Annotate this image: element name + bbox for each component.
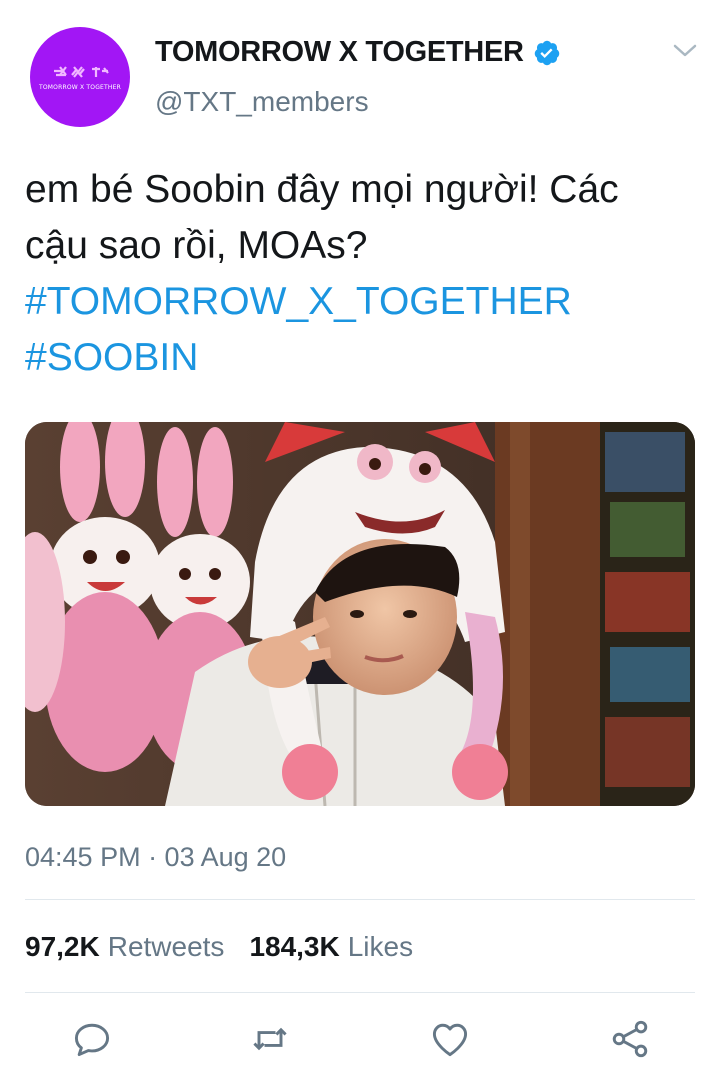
- retweets-stat[interactable]: 97,2K Retweets: [25, 931, 224, 963]
- divider: [25, 992, 695, 993]
- retweets-label: Retweets: [107, 931, 225, 962]
- like-button[interactable]: [428, 1017, 472, 1061]
- divider: [25, 899, 695, 900]
- retweet-icon: [253, 1027, 287, 1051]
- hashtag-link[interactable]: #SOOBIN: [25, 330, 705, 386]
- tweet-text: em bé Soobin đây mọi người! Các cậu sao …: [25, 162, 705, 386]
- tweet-text-line: em bé Soobin đây mọi người! Các: [25, 168, 619, 211]
- share-button[interactable]: [608, 1017, 652, 1061]
- photo-illustration: [25, 422, 695, 806]
- tweet-photo[interactable]: [25, 422, 695, 806]
- avatar[interactable]: TOMORROW X TOGETHER: [30, 27, 130, 127]
- tweet-header: TOMORROW X TOGETHER TOMORROW X TOGETHER …: [0, 0, 720, 130]
- likes-label: Likes: [347, 931, 414, 962]
- name-row: TOMORROW X TOGETHER: [155, 36, 561, 69]
- display-name[interactable]: TOMORROW X TOGETHER: [155, 36, 524, 69]
- retweets-count: 97,2K: [25, 931, 100, 962]
- verified-badge-icon: [533, 39, 561, 67]
- reply-icon: [74, 1023, 110, 1057]
- engagement-stats: 97,2K Retweets 184,3K Likes: [25, 931, 413, 963]
- share-icon: [612, 1020, 648, 1058]
- avatar-label: TOMORROW X TOGETHER: [39, 84, 121, 91]
- hashtag-link[interactable]: #TOMORROW_X_TOGETHER: [25, 274, 705, 330]
- tweet-timestamp[interactable]: 04:45 PM · 03 Aug 20: [25, 842, 286, 873]
- likes-stat[interactable]: 184,3K Likes: [249, 931, 413, 963]
- chevron-down-icon[interactable]: [672, 42, 698, 60]
- tweet-text-line: cậu sao rồi, MOAs?: [25, 224, 368, 267]
- retweet-button[interactable]: [248, 1017, 292, 1061]
- like-icon: [432, 1023, 468, 1057]
- reply-button[interactable]: [70, 1017, 114, 1061]
- handle[interactable]: @TXT_members: [155, 86, 369, 118]
- likes-count: 184,3K: [249, 931, 340, 962]
- logo-icon: [54, 66, 109, 78]
